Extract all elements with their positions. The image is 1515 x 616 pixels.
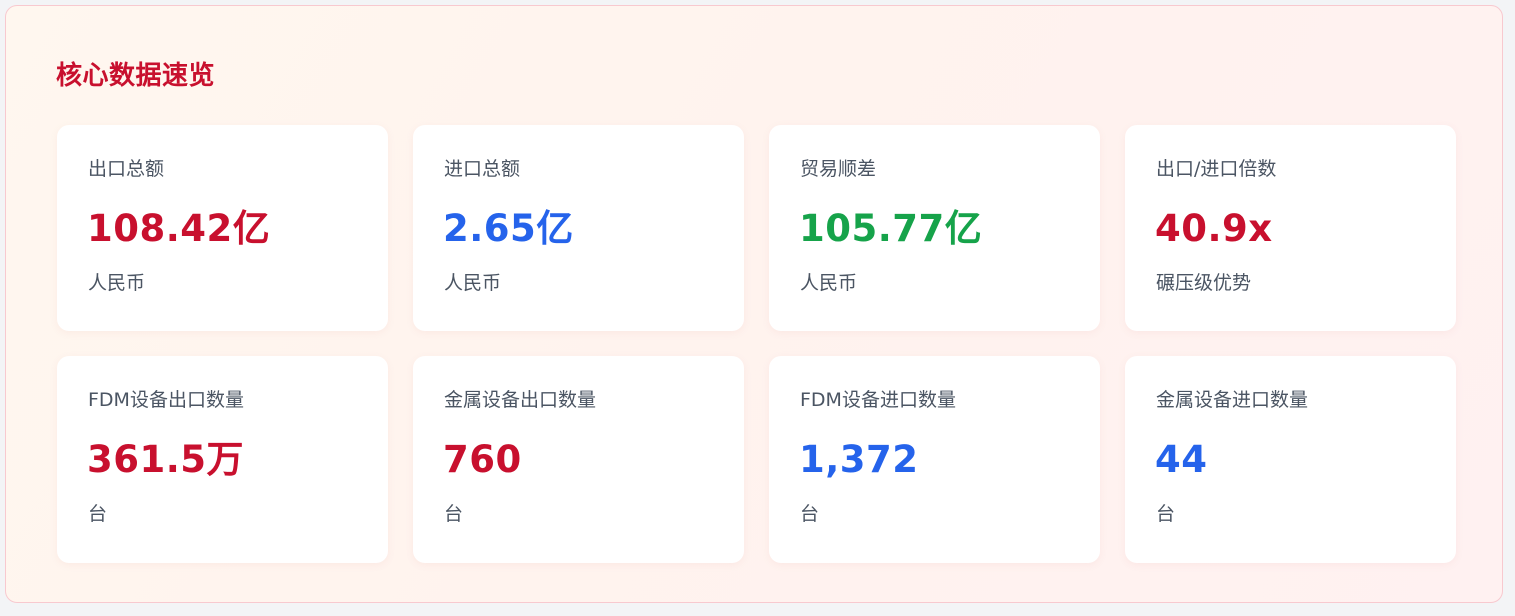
stat-card-unit: 碾压级优势 xyxy=(1156,272,1252,294)
stat-card-value: 2.65亿 xyxy=(443,207,574,250)
stat-card-metal-export-count: 金属设备出口数量 760 台 xyxy=(413,356,744,563)
core-data-panel: 核心数据速览 出口总额 108.42亿 人民币 进口总额 2.65亿 人民币 贸… xyxy=(5,5,1503,603)
stat-card-unit: 人民币 xyxy=(444,272,502,294)
stat-card-label: 金属设备出口数量 xyxy=(444,389,597,411)
stat-card-unit: 台 xyxy=(1156,503,1176,525)
stat-card-metal-import-count: 金属设备进口数量 44 台 xyxy=(1125,356,1456,563)
stat-card-value: 1,372 xyxy=(799,438,919,481)
stat-card-label: 出口/进口倍数 xyxy=(1156,158,1277,180)
stat-card-fdm-import-count: FDM设备进口数量 1,372 台 xyxy=(769,356,1100,563)
stat-card-label: FDM设备出口数量 xyxy=(88,389,244,411)
stat-card-export-import-ratio: 出口/进口倍数 40.9x 碾压级优势 xyxy=(1125,125,1456,331)
stat-card-value: 361.5万 xyxy=(87,438,245,481)
stat-card-unit: 台 xyxy=(88,503,108,525)
stat-card-fdm-export-count: FDM设备出口数量 361.5万 台 xyxy=(57,356,388,563)
stat-card-export-total: 出口总额 108.42亿 人民币 xyxy=(57,125,388,331)
stat-card-label: 贸易顺差 xyxy=(800,158,877,180)
stat-card-unit: 人民币 xyxy=(800,272,858,294)
panel-title: 核心数据速览 xyxy=(56,61,216,91)
stat-card-value: 105.77亿 xyxy=(799,207,983,250)
stat-card-unit: 台 xyxy=(800,503,820,525)
stat-card-value: 108.42亿 xyxy=(87,207,271,250)
stat-card-grid: 出口总额 108.42亿 人民币 进口总额 2.65亿 人民币 贸易顺差 105… xyxy=(57,125,1456,563)
stat-card-unit: 台 xyxy=(444,503,464,525)
stat-card-import-total: 进口总额 2.65亿 人民币 xyxy=(413,125,744,331)
stat-card-label: FDM设备进口数量 xyxy=(800,389,956,411)
stat-card-trade-surplus: 贸易顺差 105.77亿 人民币 xyxy=(769,125,1100,331)
stat-card-value: 40.9x xyxy=(1155,207,1273,250)
stat-card-label: 进口总额 xyxy=(444,158,521,180)
stat-card-label: 金属设备进口数量 xyxy=(1156,389,1309,411)
stat-card-unit: 人民币 xyxy=(88,272,146,294)
stat-card-label: 出口总额 xyxy=(88,158,165,180)
stat-card-value: 760 xyxy=(443,438,522,481)
stat-card-value: 44 xyxy=(1155,438,1208,481)
